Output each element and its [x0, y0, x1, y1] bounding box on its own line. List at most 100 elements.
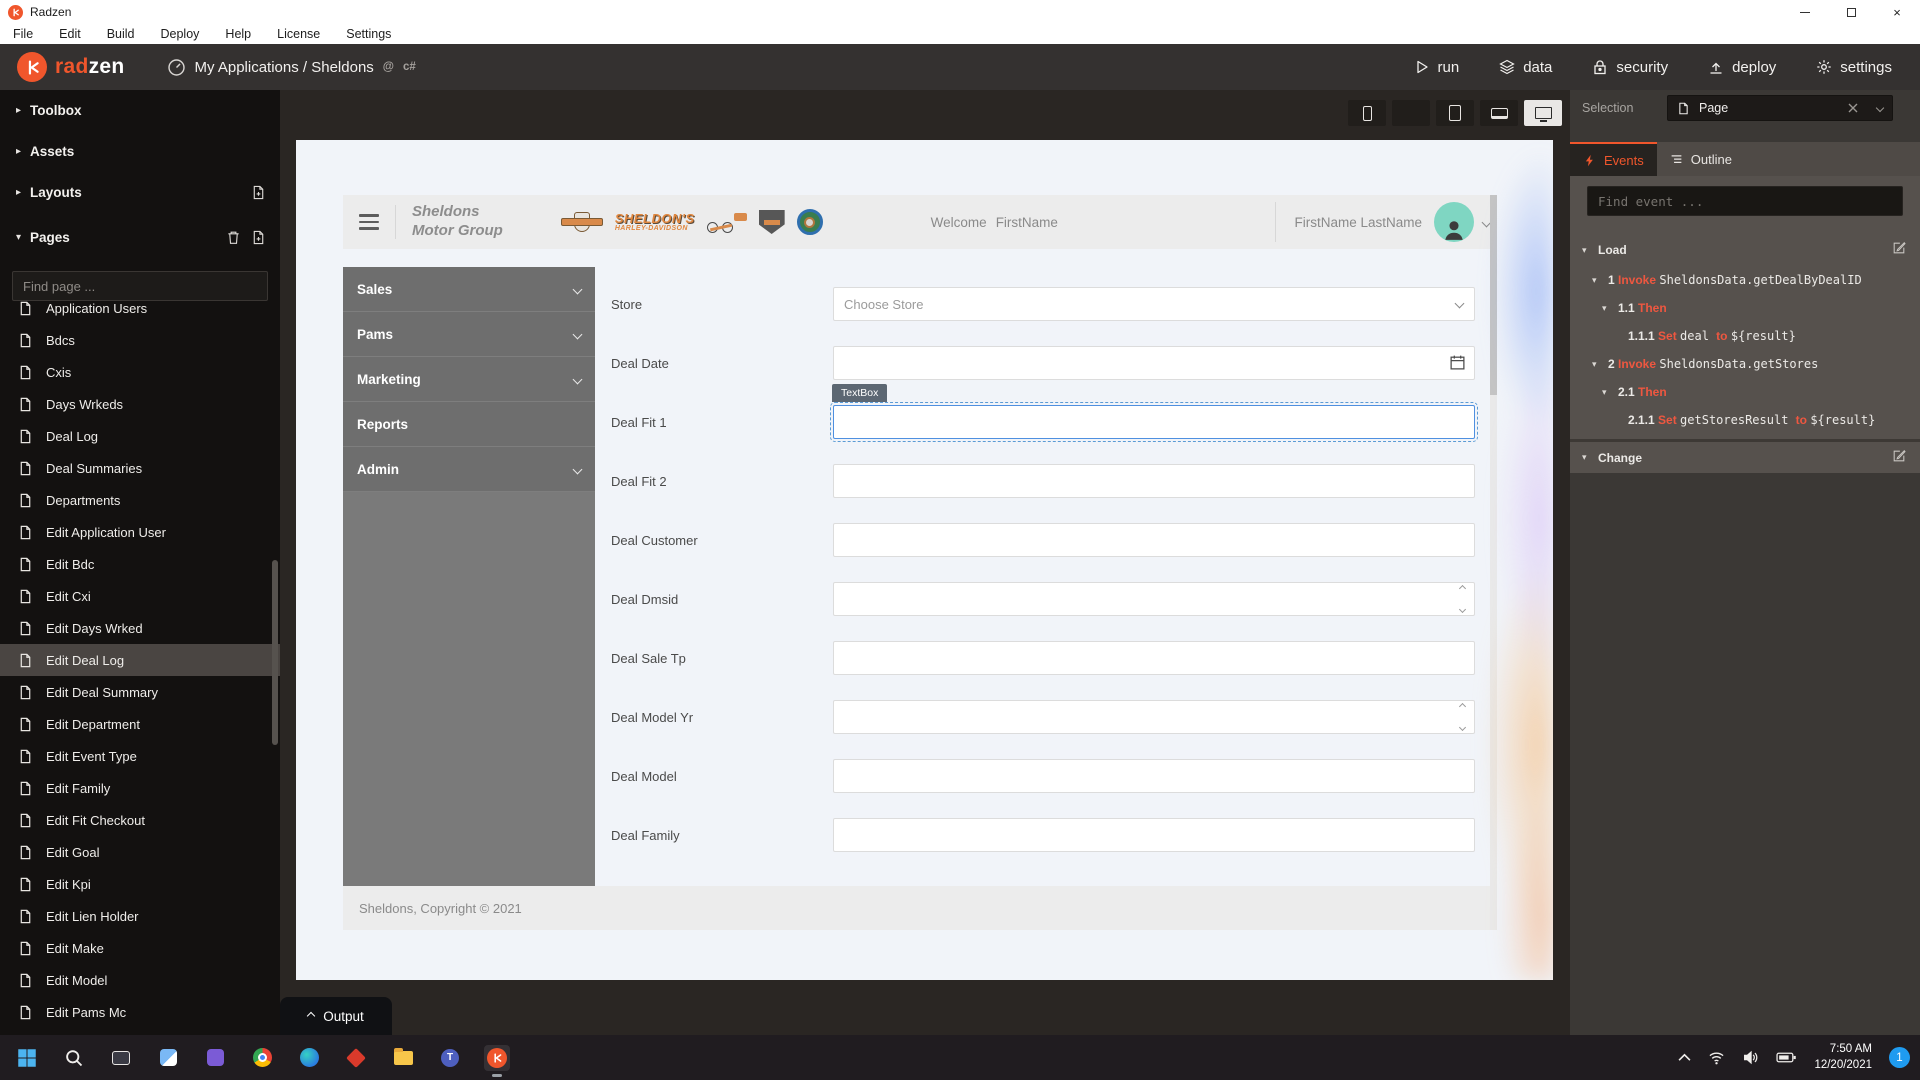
topbar-run-button[interactable]: run	[1414, 59, 1460, 76]
page-list-item[interactable]: Edit Days Wrked	[0, 612, 280, 644]
event-row[interactable]: ▾1.1 Then	[1570, 294, 1920, 322]
page-list-item[interactable]: Edit Lien Holder	[0, 900, 280, 932]
preview-scrollbar[interactable]	[1490, 195, 1497, 930]
page-list-item[interactable]: Edit Family	[0, 772, 280, 804]
event-row[interactable]: ▾Load	[1570, 234, 1920, 266]
nav-item-marketing[interactable]: Marketing	[343, 357, 595, 402]
caret-down-icon[interactable]: ▾	[1602, 387, 1618, 398]
text-input[interactable]	[833, 464, 1475, 498]
selection-dropdown[interactable]: Page	[1667, 95, 1893, 121]
nav-item-pams[interactable]: Pams	[343, 312, 595, 357]
nav-item-admin[interactable]: Admin	[343, 447, 595, 492]
text-input[interactable]	[833, 759, 1475, 793]
form-field-deal-family[interactable]	[833, 818, 1475, 852]
device-phone-button[interactable]	[1348, 100, 1386, 126]
topbar-data-button[interactable]: data	[1499, 59, 1552, 76]
taskbar-search-icon[interactable]	[61, 1045, 87, 1071]
sidebar-scrollbar[interactable]	[272, 560, 278, 745]
text-input[interactable]	[833, 818, 1475, 852]
page-list-item[interactable]: Edit Kpi	[0, 868, 280, 900]
form-field-store[interactable]: Choose Store	[833, 287, 1475, 321]
caret-down-icon[interactable]: ▾	[1602, 303, 1618, 314]
taskbar-start-icon[interactable]	[14, 1045, 40, 1071]
menu-item-build[interactable]: Build	[107, 27, 135, 41]
edit-event-icon[interactable]	[1892, 449, 1906, 463]
form-field-deal-model[interactable]	[833, 759, 1475, 793]
page-list-item[interactable]: Deal Summaries	[0, 452, 280, 484]
page-list-item[interactable]: Application Users	[0, 292, 280, 324]
page-list-item[interactable]: Cxis	[0, 356, 280, 388]
caret-down-icon[interactable]: ▾	[1592, 359, 1608, 370]
output-button[interactable]: Output	[280, 997, 392, 1035]
form-field-deal-fit-2[interactable]	[833, 464, 1475, 498]
text-input[interactable]	[833, 405, 1475, 439]
menu-item-edit[interactable]: Edit	[59, 27, 81, 41]
text-input[interactable]	[833, 641, 1475, 675]
page-list-item[interactable]: Edit Goal	[0, 836, 280, 868]
event-row[interactable]: ▾2.1 Then	[1570, 378, 1920, 406]
new-page-icon[interactable]	[251, 185, 266, 200]
taskbar-edge-icon[interactable]	[296, 1045, 322, 1071]
event-row[interactable]: ▾Change	[1570, 439, 1920, 471]
numeric-spinner[interactable]	[1456, 586, 1468, 612]
maximize-button[interactable]	[1828, 0, 1874, 24]
menu-item-license[interactable]: License	[277, 27, 320, 41]
page-list-item[interactable]: Edit Deal Log	[0, 644, 280, 676]
sidebar-section-assets[interactable]: ▸Assets	[0, 131, 280, 172]
text-input[interactable]	[833, 582, 1475, 616]
page-list-item[interactable]: Edit Department	[0, 708, 280, 740]
text-input[interactable]	[833, 523, 1475, 557]
page-list-item[interactable]: Days Wrkeds	[0, 388, 280, 420]
form-field-deal-date[interactable]	[833, 346, 1475, 380]
sidebar-section-layouts[interactable]: ▸Layouts	[0, 172, 280, 213]
form-field-deal-dmsid[interactable]	[833, 582, 1475, 616]
close-button[interactable]: ×	[1874, 0, 1920, 24]
wifi-icon[interactable]	[1708, 1049, 1725, 1066]
numeric-spinner[interactable]	[1456, 704, 1468, 730]
topbar-deploy-button[interactable]: deploy	[1708, 59, 1776, 76]
page-list-item[interactable]: Edit Model	[0, 964, 280, 996]
nav-item-sales[interactable]: Sales	[343, 267, 595, 312]
form-field-deal-customer[interactable]	[833, 523, 1475, 557]
form-field-deal-sale-tp[interactable]	[833, 641, 1475, 675]
text-input[interactable]	[833, 700, 1475, 734]
form-field-deal-fit-1[interactable]: TextBox	[833, 405, 1475, 439]
device-tablet-button[interactable]	[1436, 100, 1474, 126]
device-phone-landscape-button[interactable]	[1392, 100, 1430, 126]
event-row[interactable]: 1.1.1 Set deal to ${result}	[1570, 322, 1920, 350]
taskbar-diamond-icon[interactable]	[343, 1045, 369, 1071]
menu-item-file[interactable]: File	[13, 27, 33, 41]
taskbar-task-view-icon[interactable]	[108, 1045, 134, 1071]
menu-item-settings[interactable]: Settings	[346, 27, 391, 41]
event-row[interactable]: ▾1 Invoke SheldonsData.getDealByDealID	[1570, 266, 1920, 294]
new-page-icon[interactable]	[251, 230, 266, 245]
page-list-item[interactable]: Edit Event Type	[0, 740, 280, 772]
caret-down-icon[interactable]: ▾	[1592, 275, 1608, 286]
menu-item-help[interactable]: Help	[225, 27, 251, 41]
page-list-item[interactable]: Edit Deal Summary	[0, 676, 280, 708]
device-laptop-button[interactable]	[1480, 100, 1518, 126]
store-select[interactable]: Choose Store	[833, 287, 1475, 321]
taskbar-teams-icon[interactable]: T	[437, 1045, 463, 1071]
breadcrumb[interactable]: My Applications / Sheldons	[195, 59, 374, 76]
speaker-icon[interactable]	[1742, 1049, 1759, 1066]
taskbar-widgets-icon[interactable]	[155, 1045, 181, 1071]
tab-events[interactable]: Events	[1570, 142, 1657, 176]
menu-item-deploy[interactable]: Deploy	[161, 27, 200, 41]
caret-down-icon[interactable]: ▾	[1582, 245, 1598, 256]
taskbar-folder-icon[interactable]	[390, 1045, 416, 1071]
caret-down-icon[interactable]: ▾	[1582, 452, 1598, 463]
sidebar-section-toolbox[interactable]: ▸Toolbox	[0, 90, 280, 131]
find-event-input[interactable]: Find event ...	[1587, 186, 1903, 216]
page-list-item[interactable]: Bdcs	[0, 324, 280, 356]
event-row[interactable]: ▾2 Invoke SheldonsData.getStores	[1570, 350, 1920, 378]
page-list-item[interactable]: Deal Log	[0, 420, 280, 452]
tab-outline[interactable]: Outline	[1657, 142, 1745, 176]
hamburger-icon[interactable]	[359, 214, 379, 230]
tray-chevron-up-icon[interactable]	[1678, 1053, 1691, 1062]
page-list-item[interactable]: Edit Cxi	[0, 580, 280, 612]
notification-badge[interactable]: 1	[1889, 1047, 1910, 1068]
taskbar-chrome-icon[interactable]	[249, 1045, 275, 1071]
minimize-button[interactable]	[1782, 0, 1828, 24]
page-list-item[interactable]: Edit Pams Mc	[0, 996, 280, 1028]
